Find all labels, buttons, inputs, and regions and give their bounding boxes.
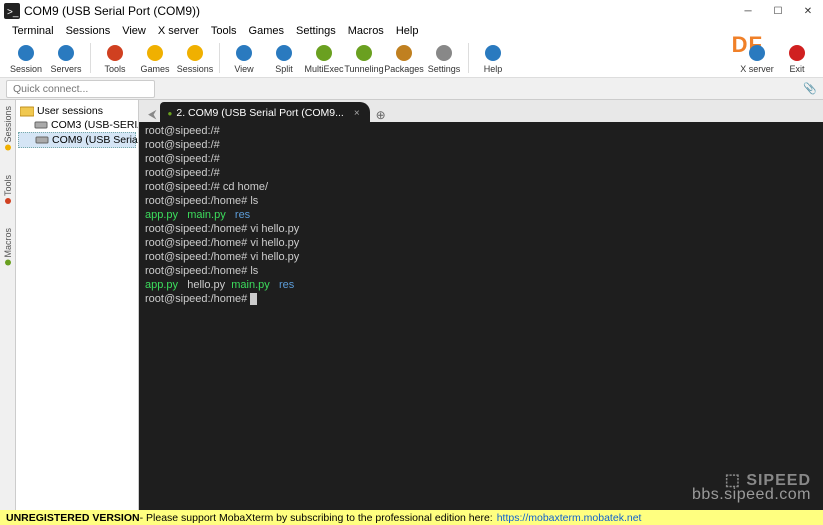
tool-sessions[interactable]: Sessions [175,43,215,74]
maximize-button[interactable]: ☐ [763,0,793,22]
tool-multiexec[interactable]: MultiExec [304,43,344,74]
quick-connect-bar: 📎 [0,78,823,100]
tab-add-icon[interactable]: ⊕ [370,108,392,122]
tunneling-icon [354,43,374,63]
menu-help[interactable]: Help [390,25,425,37]
terminal-line: root@sipeed:/# [145,138,817,152]
tab-bar: ⮜ ● 2. COM9 (USB Serial Port (COM9... × … [139,100,823,122]
terminal[interactable]: root@sipeed:/#root@sipeed:/#root@sipeed:… [139,122,823,510]
terminal-line: root@sipeed:/home# vi hello.py [145,222,817,236]
terminal-line: root@sipeed:/home# vi hello.py [145,236,817,250]
terminal-tab[interactable]: ● 2. COM9 (USB Serial Port (COM9... × [160,102,370,122]
help-icon [483,43,503,63]
multiexec-icon [314,43,334,63]
serial-icon [34,119,48,131]
session-tree: User sessions COM3 (USB-SERIAL CH340 (CO… [16,100,139,510]
sessions-icon [185,43,205,63]
menu-view[interactable]: View [116,25,152,37]
quick-connect-input[interactable] [6,80,155,98]
settings-icon [434,43,454,63]
tab-close-icon[interactable]: × [354,108,360,119]
tool-session[interactable]: Session [6,43,46,74]
tool-packages[interactable]: Packages [384,43,424,74]
tool-servers[interactable]: Servers [46,43,86,74]
tools-icon [105,43,125,63]
paperclip-icon[interactable]: 📎 [803,82,817,95]
tool-split[interactable]: Split [264,43,304,74]
minimize-button[interactable]: ─ [733,0,763,22]
statusbar: UNREGISTERED VERSION - Please support Mo… [0,510,823,525]
terminal-area: ⮜ ● 2. COM9 (USB Serial Port (COM9... × … [139,100,823,510]
servers-icon [56,43,76,63]
tool-settings[interactable]: Settings [424,43,464,74]
terminal-line: root@sipeed:/# [145,124,817,138]
tool-games[interactable]: Games [135,43,175,74]
cursor [250,293,257,305]
menu-settings[interactable]: Settings [290,25,342,37]
menu-terminal[interactable]: Terminal [6,25,60,37]
serial-icon [35,134,49,146]
view-icon [234,43,254,63]
sidetab-macros[interactable]: Macros [3,228,13,266]
terminal-line: root@sipeed:/# [145,152,817,166]
tool-tunneling[interactable]: Tunneling [344,43,384,74]
session-icon [16,43,36,63]
brand-watermark: ⬚ SIPEED bbs.sipeed.com [692,474,811,502]
tool-x-server[interactable]: X server [737,43,777,74]
tree-item[interactable]: COM3 (USB-SERIAL CH340 (COM [18,118,136,132]
terminal-line: root@sipeed:/home# vi hello.py [145,250,817,264]
split-icon [274,43,294,63]
tool-tools[interactable]: Tools [95,43,135,74]
terminal-line: root@sipeed:/# [145,166,817,180]
menu-x-server[interactable]: X server [152,25,205,37]
terminal-line: root@sipeed:/home# ls [145,194,817,208]
terminal-line: root@sipeed:/# cd home/ [145,180,817,194]
close-button[interactable]: ✕ [793,0,823,22]
titlebar: >_ COM9 (USB Serial Port (COM9)) ─ ☐ ✕ [0,0,823,22]
sidetab-tools[interactable]: Tools [3,175,13,204]
tab-prev-icon[interactable]: ⮜ [145,107,160,122]
menu-games[interactable]: Games [243,25,290,37]
tool-help[interactable]: Help [473,43,513,74]
terminal-line: app.py main.py res [145,208,817,222]
menu-sessions[interactable]: Sessions [60,25,117,37]
tree-root[interactable]: User sessions [18,104,136,118]
window-title: COM9 (USB Serial Port (COM9)) [24,4,200,18]
tab-bullet-icon: ● [168,109,173,118]
menu-tools[interactable]: Tools [205,25,243,37]
packages-icon [394,43,414,63]
menubar: TerminalSessionsViewX serverToolsGamesSe… [0,22,823,40]
app-icon: >_ [4,3,20,19]
tab-label: 2. COM9 (USB Serial Port (COM9... [176,107,343,119]
sidetab-sessions[interactable]: Sessions [3,106,13,151]
x server-icon [747,43,767,63]
terminal-line: root@sipeed:/home# [145,292,817,306]
terminal-line: app.py hello.py main.py res [145,278,817,292]
terminal-line: root@sipeed:/home# ls [145,264,817,278]
tool-view[interactable]: View [224,43,264,74]
toolbar: SessionServers ToolsGamesSessions ViewSpli… [0,40,823,78]
tool-exit[interactable]: Exit [777,43,817,74]
side-tabs: Sessions Tools Macros [0,100,16,510]
tree-item[interactable]: COM9 (USB Serial Port (COM9)) [18,132,136,148]
exit-icon [787,43,807,63]
status-link[interactable]: https://mobaxterm.mobatek.net [497,512,642,524]
games-icon [145,43,165,63]
menu-macros[interactable]: Macros [342,25,390,37]
svg-text:>_: >_ [7,7,19,18]
